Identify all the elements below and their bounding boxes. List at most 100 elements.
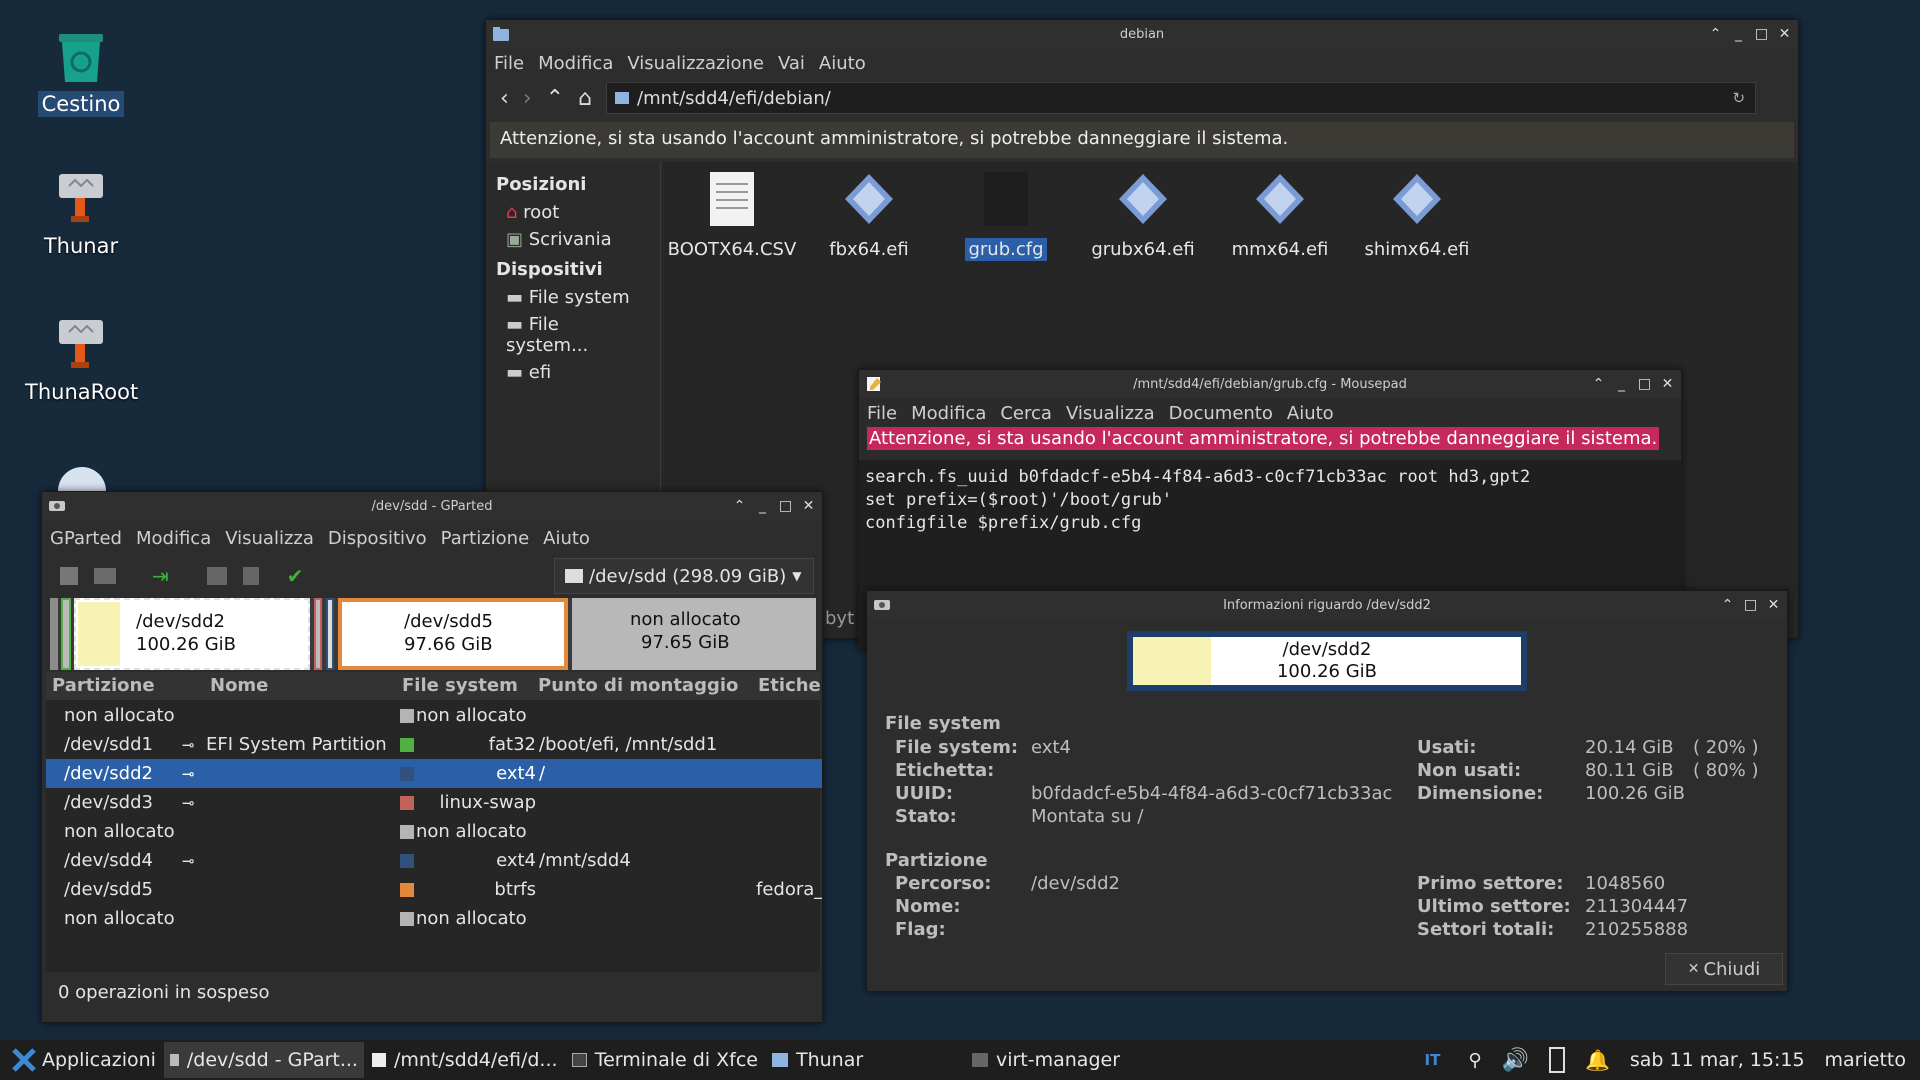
menu-gparted[interactable]: GParted [50,528,122,549]
table-row[interactable]: /dev/sdd5 btrfs fedora_ [46,875,822,904]
minimize-button[interactable]: _ [1612,374,1631,394]
task-mousepad[interactable]: /mnt/sdd4/efi/d... [366,1042,564,1078]
menu-help[interactable]: Aiuto [819,53,866,74]
paste-icon[interactable] [242,567,259,585]
copy-icon[interactable] [206,567,227,585]
table-row[interactable]: non allocato non allocato [46,701,822,730]
map-segment-unallocated-small[interactable] [50,598,58,670]
table-row[interactable]: non allocato non allocato [46,904,822,933]
menu-go[interactable]: Vai [778,53,805,74]
desktop-icon: ▣ [506,229,524,250]
table-row[interactable]: non allocato non allocato [46,817,822,846]
task-gparted[interactable]: /dev/sdd - GPart... [163,1042,364,1078]
up-icon[interactable]: ⌃ [546,86,564,111]
editor-line: configfile $prefix/grub.cfg [865,513,1142,533]
map-segment-unallocated[interactable]: non allocato 97.65 GiB [572,598,816,670]
title-bar[interactable]: debian ⌃ _ □ ✕ [486,20,1798,48]
home-icon[interactable]: ⌂ [578,86,592,111]
location-bar[interactable]: /mnt/sdd4/efi/debian/ ↻ [606,82,1757,114]
volume-icon[interactable]: 🔊 [1502,1048,1529,1073]
close-button[interactable]: ✕ [799,496,818,516]
table-row[interactable]: /dev/sdd1 ⊸ EFI System Partition fat32/boot… [46,730,822,759]
menu-help[interactable]: Aiuto [1287,403,1334,424]
file-item[interactable]: shimx64.efi [1351,170,1483,260]
maximize-button[interactable]: □ [1741,595,1760,615]
column-header[interactable]: Partizione [52,675,155,696]
file-item[interactable]: grubx64.efi [1077,170,1209,260]
desktop-icon-thunar[interactable]: Thunar [21,170,141,259]
close-button[interactable]: ✕ [1658,374,1677,394]
sidebar-item-root[interactable]: ⌂ root [486,199,660,226]
task-thunar[interactable]: Thunar [766,1042,964,1078]
menu-partition[interactable]: Partizione [441,528,529,549]
keyboard-layout[interactable]: IT [1425,1051,1441,1069]
menu-device[interactable]: Dispositivo [328,528,427,549]
minimize-button[interactable]: _ [753,496,772,516]
file-item[interactable]: fbx64.efi [803,170,935,260]
sidebar-item-efi[interactable]: ▬ efi [486,359,660,386]
map-segment-sdd3[interactable] [314,598,322,670]
map-segment-sdd1[interactable] [61,598,71,670]
task-virt-manager[interactable]: virt-manager [966,1042,1164,1078]
reload-icon[interactable]: ↻ [1732,89,1745,107]
applications-menu[interactable]: Applicazioni [0,1042,162,1078]
close-button[interactable]: ✕ [1775,24,1794,44]
menu-help[interactable]: Aiuto [543,528,590,549]
title-bar[interactable]: Informazioni riguardo /dev/sdd2 ⌃ □ ✕ [867,591,1787,619]
network-icon[interactable]: ⚲ [1468,1050,1481,1071]
title-bar[interactable]: /dev/sdd - GParted ⌃ _ □ ✕ [42,492,822,520]
back-icon[interactable]: ‹ [500,86,509,111]
menu-file[interactable]: File [494,53,524,74]
menu-search[interactable]: Cerca [1000,403,1052,424]
shade-button[interactable]: ⌃ [730,496,749,516]
menu-edit[interactable]: Modifica [538,53,613,74]
maximize-button[interactable]: □ [1635,374,1654,394]
column-header[interactable]: Etiche [758,675,821,696]
forward-icon[interactable]: › [523,86,532,111]
title-bar[interactable]: /mnt/sdd4/efi/debian/grub.cfg - Mousepad… [859,370,1681,398]
menu-view[interactable]: Visualizzazione [627,53,764,74]
menu-edit[interactable]: Modifica [136,528,211,549]
close-button[interactable]: ✕ [1764,595,1783,615]
table-row[interactable]: /dev/sdd4 ⊸ ext4/mnt/sdd4 [46,846,822,875]
sidebar-item-filesystem[interactable]: ▬ File system [486,284,660,311]
map-segment-sdd4[interactable] [326,598,334,670]
minimize-button[interactable]: _ [1729,24,1748,44]
column-header[interactable]: Nome [210,675,268,696]
column-header[interactable]: File system [402,675,518,696]
file-item[interactable]: mmx64.efi [1214,170,1346,260]
sidebar-item-filesystem-2[interactable]: ▬ File system... [486,311,660,359]
shade-button[interactable]: ⌃ [1589,374,1608,394]
close-dialog-button[interactable]: ✕ Chiudi [1665,953,1783,985]
clock[interactable]: sab 11 mar, 15:15 [1630,1049,1805,1071]
map-segment-sdd2[interactable]: /dev/sdd2 100.26 GiB [74,598,310,670]
resize-icon[interactable]: ⇥ [152,564,169,588]
battery-icon[interactable] [1548,1047,1565,1073]
table-row[interactable]: /dev/sdd2 ⊸ ext4/ [46,759,822,788]
task-terminal[interactable]: Terminale di Xfce [566,1042,764,1078]
maximize-button[interactable]: □ [1752,24,1771,44]
map-segment-sdd5[interactable]: /dev/sdd5 97.66 GiB [338,598,568,670]
table-row[interactable]: /dev/sdd3 ⊸ linux-swap [46,788,822,817]
menu-view[interactable]: Visualizza [225,528,314,549]
delete-icon[interactable] [94,568,116,584]
file-item-selected[interactable]: grub.cfg [940,170,1072,261]
sidebar-item-desktop[interactable]: ▣ Scrivania [486,226,660,253]
menu-file[interactable]: File [867,403,897,424]
menu-view[interactable]: Visualizza [1066,403,1155,424]
file-item[interactable]: BOOTX64.CSV [666,170,798,261]
desktop-icon-trash[interactable]: Cestino [21,28,141,117]
maximize-button[interactable]: □ [776,496,795,516]
column-header[interactable]: Punto di montaggio [538,675,738,696]
desktop-icon-thunaroot[interactable]: ThunaRoot [21,316,141,405]
menu-edit[interactable]: Modifica [911,403,986,424]
menu-document[interactable]: Documento [1169,403,1273,424]
new-partition-icon[interactable] [60,567,78,585]
shade-button[interactable]: ⌃ [1706,24,1725,44]
user-name[interactable]: marietto [1825,1049,1906,1071]
cell-partition: non allocato [64,908,175,929]
notification-icon[interactable]: 🔔 [1585,1048,1610,1072]
device-selector[interactable]: /dev/sdd (298.09 GiB) ▼ [554,558,814,594]
shade-button[interactable]: ⌃ [1718,595,1737,615]
apply-icon[interactable]: ✔ [287,564,304,588]
